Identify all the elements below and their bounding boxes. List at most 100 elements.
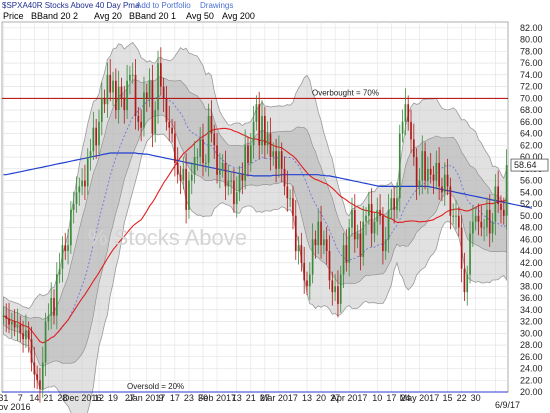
candle-body: [353, 209, 356, 240]
candle-body: [89, 151, 92, 158]
candle-body: [258, 104, 261, 146]
candle-body: [249, 145, 252, 163]
candle-body: [179, 174, 182, 181]
y-tick-label: 70.00: [520, 93, 543, 103]
candle-body: [469, 233, 471, 275]
candle-body: [320, 221, 322, 246]
candle-body: [117, 86, 120, 111]
y-tick-label: 56.00: [520, 176, 543, 186]
candle-body: [98, 121, 100, 146]
candle-body: [230, 180, 232, 182]
candle-body: [5, 315, 8, 319]
x-tick-label: 17: [386, 393, 396, 403]
candle-body: [210, 115, 213, 134]
candle-body: [185, 168, 187, 210]
candle-body: [145, 92, 148, 99]
candle-body: [334, 286, 336, 293]
y-tick-label: 42.00: [520, 258, 543, 268]
candle-body: [78, 186, 81, 193]
candle-body: [460, 227, 463, 269]
candle-body: [171, 127, 173, 134]
candle-body: [362, 221, 365, 257]
candle-body: [387, 209, 390, 240]
candle-body: [286, 186, 289, 199]
candle-body: [472, 221, 474, 234]
watermark-text: % Stocks Above: [88, 225, 247, 250]
candle-body: [398, 133, 401, 199]
candle-body: [323, 239, 325, 246]
x-tick-label: 13: [232, 393, 242, 403]
y-tick-label: 22.00: [520, 375, 543, 385]
y-tick-label: 36.00: [520, 293, 543, 303]
candle-body: [207, 115, 210, 163]
candle-body: [22, 333, 24, 340]
candle-body: [109, 74, 112, 93]
candle-body: [58, 268, 61, 275]
candle-body: [143, 92, 145, 128]
y-tick-label: 46.00: [520, 234, 543, 244]
candle-body: [297, 245, 300, 252]
candle-body: [159, 63, 162, 87]
candle-body: [306, 280, 308, 287]
candle-body: [134, 74, 137, 116]
candle-body: [500, 204, 502, 210]
candle-body: [19, 324, 22, 334]
candle-body: [140, 121, 142, 128]
candle-body: [266, 133, 269, 146]
candle-body: [491, 221, 494, 234]
x-tick-label: 20: [316, 393, 326, 403]
y-tick-label: 52.00: [520, 199, 543, 209]
y-tick-label: 76.00: [520, 58, 543, 68]
candle-body: [188, 180, 190, 210]
drawings-link[interactable]: Drawings: [200, 1, 233, 10]
x-tick-label: 14: [29, 393, 39, 403]
candle-body: [311, 239, 314, 275]
candle-body: [356, 233, 359, 240]
candle-body: [100, 98, 103, 122]
candle-body: [505, 165, 508, 216]
x-tick-label: 21: [246, 393, 256, 403]
candle-body: [53, 298, 55, 316]
candle-body: [435, 162, 438, 181]
y-tick-label: 32.00: [520, 317, 543, 327]
candle-body: [457, 215, 460, 228]
candle-body: [112, 80, 114, 93]
candle-body: [137, 115, 140, 122]
legend-label-avg-200: Avg 200: [222, 11, 255, 21]
candle-body: [283, 168, 286, 187]
y-tick-label: 50.00: [520, 211, 543, 221]
candle-body: [294, 215, 297, 252]
candle-body: [129, 74, 131, 81]
y-tick-label: 62.00: [520, 140, 543, 150]
candle-body: [370, 204, 373, 234]
candle-body: [190, 174, 193, 181]
candle-body: [393, 198, 395, 210]
candle-body: [199, 139, 202, 158]
candle-body: [331, 280, 334, 293]
candle-body: [67, 245, 69, 252]
candle-body: [202, 139, 204, 163]
x-tick-label: 13: [302, 393, 312, 403]
candle-body: [50, 298, 53, 316]
x-tick-label: Apr 2017: [331, 393, 368, 403]
candle-body: [252, 121, 255, 146]
y-tick-label: 20.00: [520, 387, 543, 397]
candle-body: [280, 151, 283, 169]
candle-body: [486, 209, 488, 228]
y-tick-label: 78.00: [520, 46, 543, 56]
candle-body: [238, 174, 241, 193]
x-tick-label: 21: [43, 393, 53, 403]
candle-body: [401, 121, 404, 134]
add-to-portfolio-link[interactable]: Add to Portfolio: [136, 1, 191, 10]
candle-body: [25, 330, 27, 340]
candle-body: [384, 239, 387, 252]
candle-body: [263, 115, 266, 146]
candle-body: [502, 209, 505, 216]
legend-label-bband-20-1: BBand 20 1: [129, 11, 176, 21]
y-tick-label: 82.00: [520, 23, 543, 33]
y-tick-label: 28.00: [520, 340, 543, 350]
candle-body: [337, 286, 339, 304]
legend-item-bband-20-1: BBand 20 1: [129, 11, 176, 21]
candle-body: [8, 318, 10, 325]
x-tick-label: 12: [94, 393, 104, 403]
